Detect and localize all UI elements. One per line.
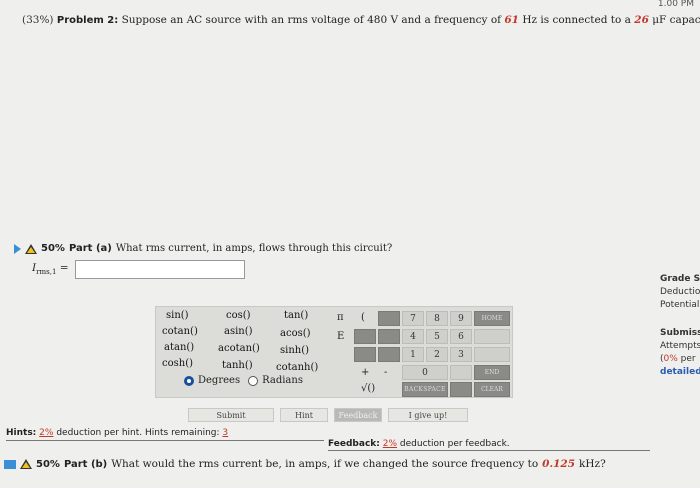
minus-button[interactable]: - bbox=[384, 367, 387, 378]
problem-text-2: Hz is connected to a bbox=[522, 14, 631, 26]
per-attempt-label: (0% per bbox=[660, 354, 696, 364]
plus-button[interactable]: + bbox=[361, 367, 369, 378]
potential-label: Potential bbox=[660, 300, 700, 310]
answer-input[interactable] bbox=[74, 260, 245, 279]
pi-button[interactable]: π bbox=[337, 312, 344, 323]
part-b-question: What would the rms current be, in amps, … bbox=[111, 458, 539, 470]
deduction-label: Deductio bbox=[660, 287, 700, 297]
close-paren-key[interactable] bbox=[378, 311, 400, 326]
hints-text: deduction per hint. Hints remaining: bbox=[56, 428, 220, 438]
degrees-label: Degrees bbox=[198, 375, 241, 386]
decimal-key[interactable] bbox=[450, 365, 472, 380]
answer-row: Irms,1 = bbox=[32, 260, 245, 279]
key-3[interactable]: 3 bbox=[450, 347, 472, 362]
key-1[interactable]: 1 bbox=[402, 347, 424, 362]
part-b-percent: 50% bbox=[36, 458, 60, 470]
problem-percent: (33%) bbox=[22, 14, 54, 26]
key-7[interactable]: 7 bbox=[402, 311, 424, 326]
sqrt-button[interactable]: √() bbox=[361, 383, 375, 394]
del-key[interactable] bbox=[450, 382, 472, 397]
multiply-key[interactable] bbox=[378, 329, 400, 344]
problem-frequency: 61 bbox=[504, 14, 519, 26]
clear-key[interactable]: CLEAR bbox=[474, 382, 510, 397]
home-key[interactable]: HOME bbox=[474, 311, 510, 326]
problem-statement: (33%) Problem 2: Suppose an AC source wi… bbox=[22, 14, 700, 26]
submissions-title: Submissi bbox=[660, 328, 700, 338]
atan-button[interactable]: atan() bbox=[164, 342, 194, 353]
angle-mode-selector: Degrees Radians bbox=[184, 375, 303, 386]
part-a-label: Part (a) bbox=[68, 243, 112, 254]
answer-subscript: rms,1 bbox=[36, 268, 57, 277]
divide-key[interactable] bbox=[354, 347, 376, 362]
collapse-square-icon[interactable] bbox=[4, 459, 16, 469]
key-6[interactable]: 6 bbox=[450, 329, 472, 344]
left-arrow-key[interactable] bbox=[474, 347, 510, 362]
calculator-panel: sin() cos() tan() cotan() asin() acos() … bbox=[155, 306, 513, 398]
detailed-link[interactable]: detailed bbox=[660, 367, 700, 377]
acotan-button[interactable]: acotan() bbox=[218, 343, 260, 354]
cos-button[interactable]: cos() bbox=[226, 310, 251, 321]
open-paren-button[interactable]: ( bbox=[361, 312, 365, 323]
tanh-button[interactable]: tanh() bbox=[222, 360, 253, 371]
cotanh-button[interactable]: cotanh() bbox=[276, 362, 318, 373]
warning-icon bbox=[25, 243, 37, 254]
hints-info: Hints: 2% deduction per hint. Hints rema… bbox=[6, 427, 324, 441]
key-8[interactable]: 8 bbox=[426, 311, 448, 326]
expand-arrow-icon[interactable] bbox=[14, 243, 21, 254]
attempts-label: Attempts bbox=[660, 341, 700, 351]
hints-label: Hints: bbox=[6, 428, 37, 438]
feedback-deduction: 2% bbox=[382, 439, 398, 449]
part-b-value: 0.125 bbox=[542, 458, 576, 470]
problem-capacitance: 26 bbox=[634, 14, 649, 26]
part-a-question: What rms current, in amps, flows through… bbox=[115, 243, 393, 254]
right-arrow-key[interactable] bbox=[474, 329, 510, 344]
key-2[interactable]: 2 bbox=[426, 347, 448, 362]
blank-key[interactable] bbox=[378, 347, 400, 362]
degrees-radio[interactable] bbox=[184, 375, 194, 386]
part-b-unit: kHz? bbox=[579, 458, 606, 470]
hints-remaining: 3 bbox=[222, 428, 229, 438]
e-button[interactable]: E bbox=[337, 331, 344, 342]
answer-equals: = bbox=[56, 262, 69, 275]
feedback-text: deduction per feedback. bbox=[399, 439, 510, 449]
answer-label: Irms,1 = bbox=[32, 262, 69, 276]
tan-button[interactable]: tan() bbox=[284, 310, 308, 321]
part-b-label: Part (b) bbox=[63, 458, 108, 470]
sinh-button[interactable]: sinh() bbox=[280, 345, 309, 356]
key-5[interactable]: 5 bbox=[426, 329, 448, 344]
problem-text-3: μF capacitor. bbox=[652, 14, 700, 26]
part-b-header: 50% Part (b) What would the rms current … bbox=[4, 458, 606, 470]
power-key[interactable] bbox=[354, 329, 376, 344]
problem-text-1: Suppose an AC source with an rms voltage… bbox=[121, 14, 502, 26]
feedback-info: Feedback: 2% deduction per feedback. bbox=[328, 438, 650, 451]
cotan-button[interactable]: cotan() bbox=[162, 326, 198, 337]
problem-label: Problem 2: bbox=[56, 15, 119, 26]
key-9[interactable]: 9 bbox=[450, 311, 472, 326]
part-a-percent: 50% bbox=[41, 243, 65, 254]
part-a-header: 50% Part (a) What rms current, in amps, … bbox=[14, 243, 392, 254]
key-0[interactable]: 0 bbox=[402, 365, 448, 380]
backspace-key[interactable]: BACKSPACE bbox=[402, 382, 448, 397]
feedback-label: Feedback: bbox=[328, 439, 380, 449]
clock-text: 1.00 PM bbox=[657, 0, 694, 9]
asin-button[interactable]: asin() bbox=[224, 326, 253, 337]
action-buttons: Submit Hint Feedback I give up! bbox=[188, 408, 468, 422]
submit-button[interactable]: Submit bbox=[188, 408, 274, 422]
cosh-button[interactable]: cosh() bbox=[162, 358, 193, 369]
key-4[interactable]: 4 bbox=[402, 329, 424, 344]
give-up-button[interactable]: I give up! bbox=[388, 408, 468, 422]
hint-button[interactable]: Hint bbox=[280, 408, 328, 422]
acos-button[interactable]: acos() bbox=[280, 328, 311, 339]
hints-deduction: 2% bbox=[39, 428, 54, 438]
end-key[interactable]: END bbox=[474, 365, 510, 380]
top-status-bar: 1.00 PM bbox=[0, 0, 700, 10]
radians-label: Radians bbox=[262, 375, 303, 386]
sin-button[interactable]: sin() bbox=[166, 310, 189, 321]
warning-icon bbox=[20, 459, 32, 469]
radians-radio[interactable] bbox=[248, 375, 259, 386]
feedback-button[interactable]: Feedback bbox=[334, 408, 382, 422]
grade-summary-title: Grade S bbox=[660, 274, 700, 284]
